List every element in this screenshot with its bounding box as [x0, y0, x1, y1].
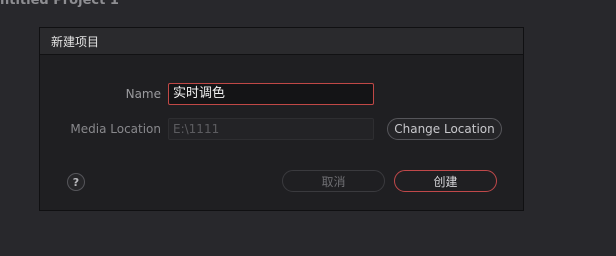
dialog-title: 新建项目	[51, 34, 100, 49]
name-input[interactable]: 实时调色	[168, 83, 374, 105]
media-location-field: E:\1111	[168, 118, 374, 140]
help-icon[interactable]: ?	[67, 173, 85, 191]
background-project-title: ntitled Project 1	[0, 0, 119, 8]
media-location-label: Media Location	[70, 122, 161, 136]
create-button[interactable]: 创建	[394, 170, 497, 192]
name-label: Name	[125, 87, 161, 101]
new-project-dialog: 新建项目 Name 实时调色 Media Location E:\1111 Ch…	[39, 27, 524, 211]
dialog-title-bar: 新建项目	[40, 28, 523, 55]
change-location-button[interactable]: Change Location	[387, 118, 502, 140]
cancel-button[interactable]: 取消	[282, 170, 385, 192]
